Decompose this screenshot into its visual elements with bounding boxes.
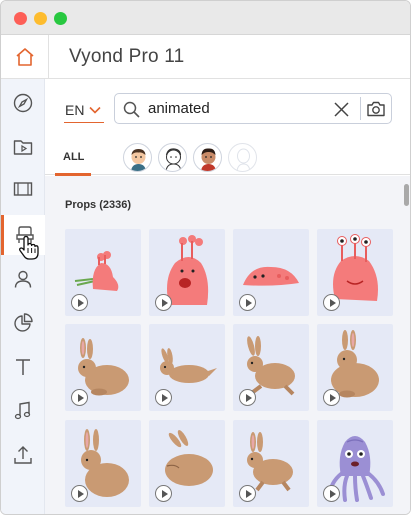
search-input[interactable] (148, 100, 328, 117)
play-preview-button[interactable] (71, 389, 88, 406)
filter-style-whiteboard[interactable] (158, 143, 187, 172)
music-note-icon (14, 401, 31, 420)
filter-style-blank[interactable] (228, 143, 257, 172)
results-scrollbar[interactable] (400, 176, 410, 514)
search-icon (123, 101, 140, 118)
asset-tile[interactable] (65, 229, 141, 316)
minimize-window-button[interactable] (34, 12, 47, 25)
folder-video-icon (13, 140, 33, 155)
sidebar-item-text[interactable] (1, 347, 45, 387)
asset-tile[interactable] (149, 420, 225, 507)
sidebar (1, 79, 45, 514)
style-filter-bar: ALL (45, 141, 410, 176)
person-icon (14, 270, 32, 288)
play-preview-button[interactable] (155, 485, 172, 502)
language-selector[interactable]: EN (64, 99, 104, 123)
asset-tile[interactable] (233, 420, 309, 507)
sidebar-item-videos[interactable] (1, 127, 45, 167)
filter-style-contemporary[interactable] (193, 143, 222, 172)
compass-icon (13, 93, 33, 113)
scrollbar-thumb[interactable] (404, 184, 409, 206)
asset-tile[interactable] (317, 229, 393, 316)
play-preview-button[interactable] (239, 294, 256, 311)
app-title: Vyond Pro 11 (69, 46, 185, 67)
asset-tile[interactable] (233, 324, 309, 411)
play-preview-button[interactable] (155, 294, 172, 311)
camera-search-icon[interactable] (366, 100, 386, 118)
home-icon (15, 48, 34, 66)
section-title: Props (2336) (65, 199, 132, 211)
chevron-down-icon (89, 106, 101, 114)
play-preview-button[interactable] (323, 294, 340, 311)
language-label: EN (65, 102, 85, 118)
upload-icon (14, 446, 32, 464)
asset-tile[interactable] (233, 229, 309, 316)
filter-tab-all[interactable]: ALL (54, 151, 92, 176)
sidebar-item-upload[interactable] (1, 435, 45, 475)
sidebar-item-charts[interactable] (1, 303, 45, 343)
app-window: Vyond Pro 11 EN animated ALL Props (2336… (0, 0, 411, 515)
film-icon (13, 182, 33, 196)
play-preview-button[interactable] (323, 389, 340, 406)
hand-cursor-icon (18, 235, 40, 266)
asset-tile[interactable] (65, 420, 141, 507)
title-bar (1, 1, 410, 35)
play-preview-button[interactable] (71, 485, 88, 502)
asset-tile[interactable] (149, 229, 225, 316)
sidebar-item-explore[interactable] (1, 83, 45, 123)
play-preview-button[interactable] (239, 485, 256, 502)
maximize-window-button[interactable] (54, 12, 67, 25)
search-divider (360, 97, 361, 120)
play-preview-button[interactable] (155, 389, 172, 406)
home-button[interactable] (1, 35, 49, 79)
clear-search-icon[interactable] (333, 101, 350, 118)
pie-chart-icon (14, 313, 33, 332)
play-preview-button[interactable] (239, 389, 256, 406)
filter-style-business-friendly[interactable] (123, 143, 152, 172)
play-preview-button[interactable] (71, 294, 88, 311)
app-header: Vyond Pro 11 (1, 35, 410, 79)
sidebar-item-scenes[interactable] (1, 169, 45, 209)
asset-tile[interactable] (317, 324, 393, 411)
asset-tile[interactable] (65, 324, 141, 411)
results-panel: Props (2336) (45, 176, 410, 514)
text-icon (16, 359, 30, 375)
sidebar-item-audio[interactable] (1, 391, 45, 431)
search-box (114, 93, 392, 124)
asset-tile[interactable] (317, 420, 393, 507)
play-preview-button[interactable] (323, 485, 340, 502)
close-window-button[interactable] (14, 12, 27, 25)
asset-tile[interactable] (149, 324, 225, 411)
